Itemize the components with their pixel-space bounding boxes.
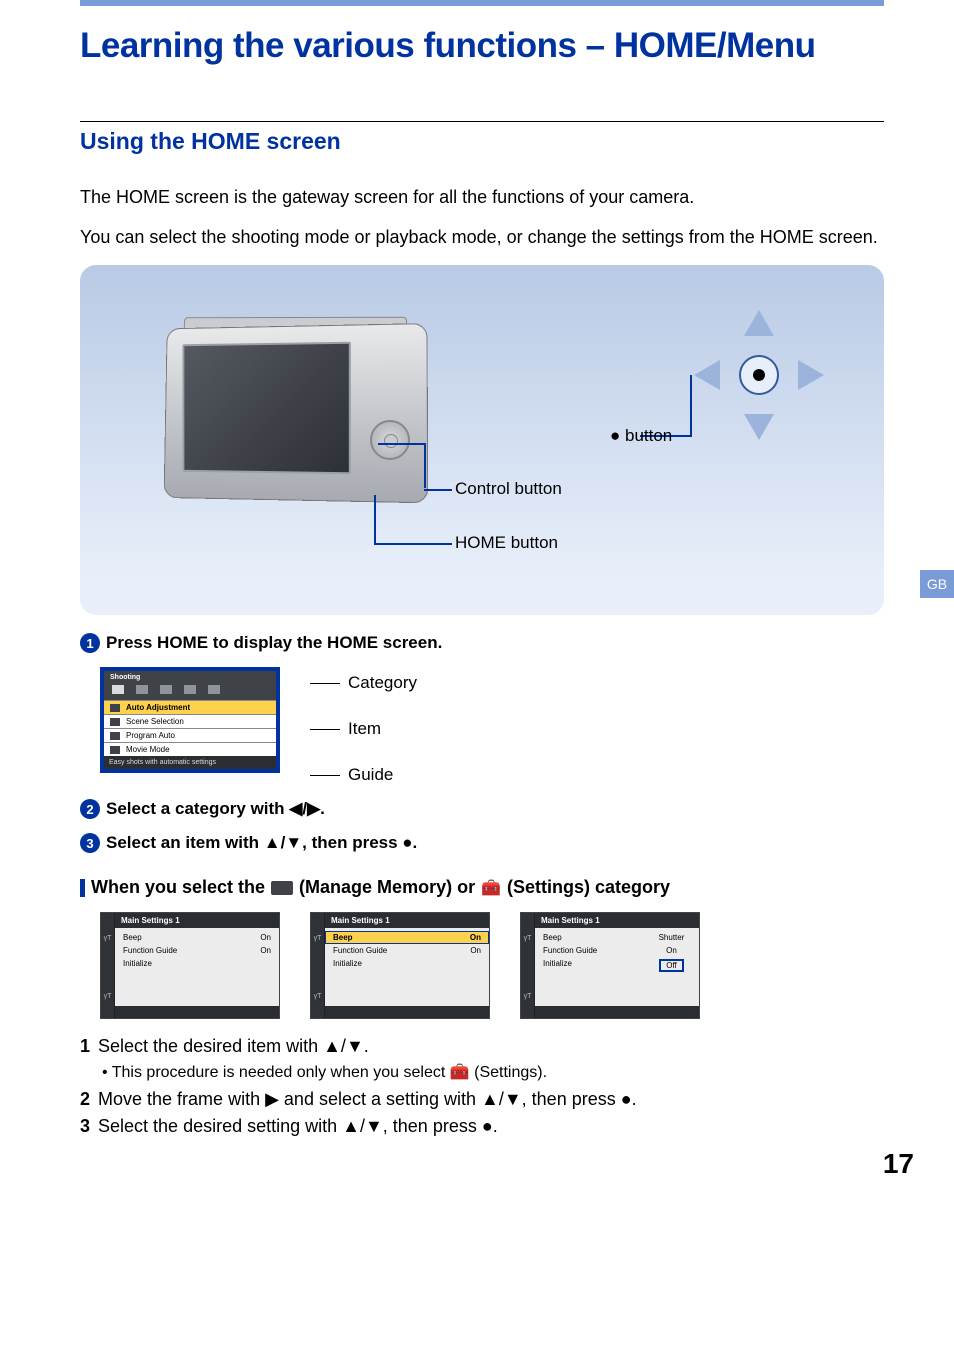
step-3: 3 Select an item with ▲/▼, then press ●.	[80, 833, 884, 853]
step-1: 1 Press HOME to display the HOME screen.	[80, 633, 884, 653]
mini-category-icons	[104, 681, 276, 700]
settings-screen-1: γTγT Main Settings 1 BeepOn Function Gui…	[100, 912, 280, 1019]
step-number-2-icon: 2	[80, 799, 100, 819]
dot-button-label: ● button	[610, 426, 672, 446]
num-step-1-note: • This procedure is needed only when you…	[102, 1060, 884, 1086]
ss-title: Main Settings 1	[115, 913, 279, 928]
intro-paragraph-2: You can select the shooting mode or play…	[80, 225, 884, 250]
manage-memory-icon	[271, 881, 293, 895]
mini-item: Program Auto	[126, 731, 175, 740]
control-button-label: Control button	[455, 479, 562, 499]
sub-heading-part2: (Manage Memory) or	[299, 877, 475, 898]
mini-item: Movie Mode	[126, 745, 170, 754]
category-label: Category	[348, 673, 417, 693]
sub-heading-part1: When you select the	[91, 877, 265, 898]
num-1: 1	[80, 1033, 90, 1060]
page-title: Learning the various functions – HOME/Me…	[80, 26, 884, 66]
num-step-1: Select the desired item with ▲/▼.	[98, 1033, 369, 1060]
num-2: 2	[80, 1086, 90, 1113]
step-3-text: Select an item with ▲/▼, then press ●.	[106, 833, 417, 853]
sub-heading-part3: (Settings) category	[507, 877, 670, 898]
item-label: Item	[348, 719, 381, 739]
num-step-3: Select the desired setting with ▲/▼, the…	[98, 1113, 498, 1140]
camera-illustration	[160, 325, 440, 525]
mini-item: Auto Adjustment	[126, 703, 190, 712]
settings-screens-row: γTγT Main Settings 1 BeepOn Function Gui…	[100, 912, 884, 1019]
mini-item: Scene Selection	[126, 717, 184, 726]
settings-screen-2: γTγT Main Settings 1 BeepOn Function Gui…	[310, 912, 490, 1019]
control-button-diagram	[694, 310, 824, 440]
center-button-icon	[739, 355, 779, 395]
num-step-2: Move the frame with ▶ and select a setti…	[98, 1086, 637, 1113]
guide-label: Guide	[348, 765, 393, 785]
section-heading: Using the HOME screen	[80, 128, 884, 155]
home-screen-illustration: Shooting Auto Adjustment Scene Selection…	[100, 667, 884, 785]
step-number-1-icon: 1	[80, 633, 100, 653]
intro-paragraph-1: The HOME screen is the gateway screen fo…	[80, 185, 884, 210]
top-accent-bar	[80, 0, 884, 6]
num-3: 3	[80, 1113, 90, 1140]
mini-guide: Easy shots with automatic settings	[104, 756, 276, 769]
settings-icon: 🧰	[481, 878, 501, 898]
step-number-3-icon: 3	[80, 833, 100, 853]
mini-title: Shooting	[104, 671, 276, 681]
settings-screen-3: γTγT Main Settings 1 Beep Function Guide…	[520, 912, 700, 1019]
step-2: 2 Select a category with ◀/▶.	[80, 799, 884, 819]
home-screen-mini: Shooting Auto Adjustment Scene Selection…	[100, 667, 280, 773]
camera-diagram: ● button Control button HOME button	[80, 265, 884, 615]
home-button-label: HOME button	[455, 533, 558, 553]
subsection-heading: When you select the (Manage Memory) or 🧰…	[80, 877, 884, 898]
step-2-text: Select a category with ◀/▶.	[106, 799, 325, 819]
page-number: 17	[883, 1148, 914, 1180]
numbered-steps: 1 Select the desired item with ▲/▼. • Th…	[80, 1033, 884, 1140]
heading-bar-icon	[80, 879, 85, 897]
section-rule	[80, 121, 884, 122]
settings-icon-inline: 🧰	[450, 1064, 470, 1081]
language-tab: GB	[920, 570, 954, 598]
step-1-text: Press HOME to display the HOME screen.	[106, 633, 442, 653]
